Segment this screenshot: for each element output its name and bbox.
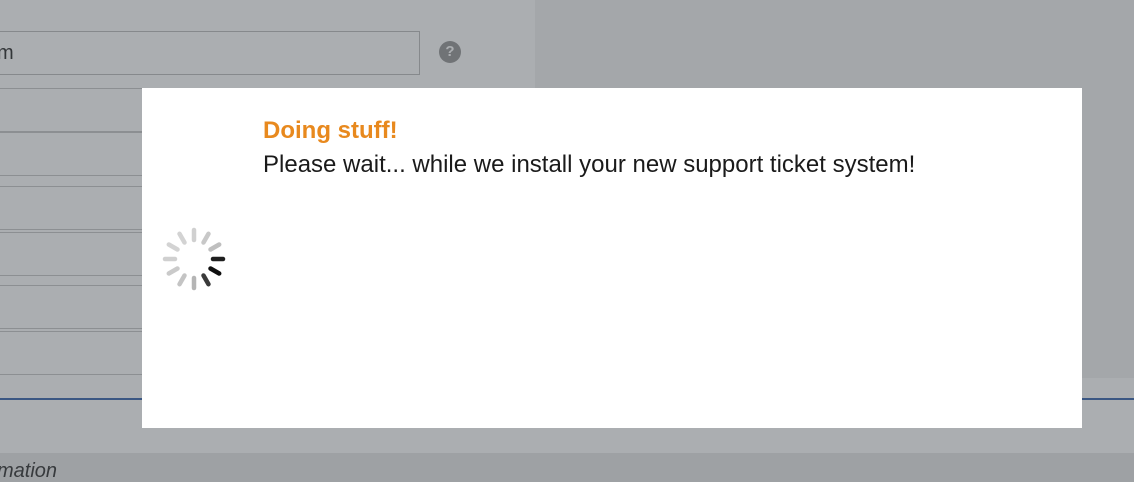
screen: m ? mation [0, 0, 1134, 482]
loading-spinner-icon [161, 226, 227, 292]
loading-spinner-graphic [162, 227, 226, 291]
dialog-message: Please wait... while we install your new… [263, 151, 916, 178]
loading-dialog: Doing stuff! Please wait... while we ins… [142, 88, 1082, 428]
dialog-title: Doing stuff! [263, 117, 398, 144]
